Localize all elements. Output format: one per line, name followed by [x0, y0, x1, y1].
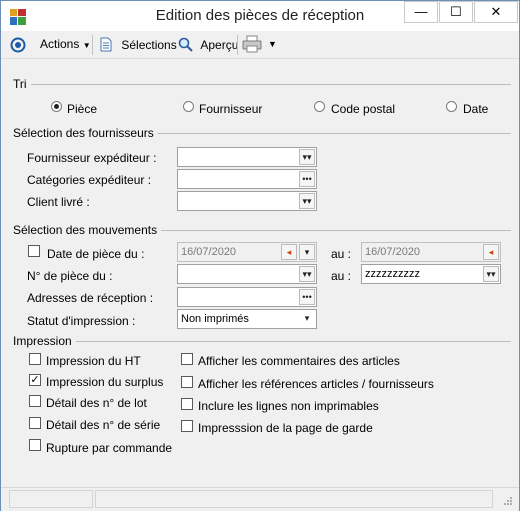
chevron-down-icon[interactable]: ▾: [299, 311, 315, 327]
print-dropdown-icon[interactable]: ▼: [268, 39, 277, 49]
inclure-lignes-checkbox[interactable]: [181, 398, 193, 410]
toolbar-separator: [237, 35, 238, 55]
chevron-double-down-icon[interactable]: ▾▾: [299, 193, 315, 209]
group-separator: [27, 84, 511, 85]
radio-fournisseur[interactable]: [183, 101, 194, 112]
impression-surplus-checkbox[interactable]: ✓: [29, 374, 41, 386]
detail-lot-label: Détail des n° de lot: [46, 396, 147, 410]
mouvements-group-label: Sélection des mouvements: [13, 223, 162, 237]
statut-impression-value: Non imprimés: [181, 313, 249, 325]
date-piece-to-value: 16/07/2020: [365, 246, 421, 258]
impression-surplus-label: Impression du surplus: [46, 375, 164, 389]
status-cell: [95, 490, 493, 508]
rupture-commande-checkbox[interactable]: [29, 439, 41, 451]
calendar-icon[interactable]: ◂: [483, 244, 499, 260]
toolbar: Actions ▼ Sélections Aperçu ▼: [1, 31, 519, 59]
chevron-double-down-icon[interactable]: ▾▾: [483, 266, 499, 282]
client-livre-label: Client livré :: [27, 195, 90, 209]
page-garde-label: Impresssion de la page de garde: [198, 421, 373, 435]
radio-date[interactable]: [446, 101, 457, 112]
categories-expediteur-field[interactable]: •••: [177, 169, 317, 189]
radio-date-label: Date: [463, 102, 489, 116]
maximize-button[interactable]: ☐: [439, 1, 473, 23]
adresses-reception-field[interactable]: •••: [177, 287, 317, 307]
document-icon: [100, 37, 112, 52]
selections-label: Sélections: [121, 38, 177, 52]
detail-lot-checkbox[interactable]: [29, 395, 41, 407]
date-piece-from-value: 16/07/2020: [181, 246, 237, 258]
apercu-button[interactable]: Aperçu: [178, 37, 238, 52]
client-livre-field[interactable]: ▾▾: [177, 191, 317, 211]
fournisseurs-group-label: Sélection des fournisseurs: [13, 126, 158, 140]
afficher-references-label: Afficher les références articles / fourn…: [198, 377, 434, 391]
radio-code-postal-label: Code postal: [331, 102, 396, 116]
impression-ht-label: Impression du HT: [46, 354, 141, 368]
statut-impression-label: Statut d'impression :: [27, 314, 136, 328]
apercu-label: Aperçu: [200, 38, 239, 52]
impression-group-label: Impression: [13, 334, 76, 348]
num-piece-to-value: zzzzzzzzzz: [365, 268, 420, 280]
group-separator: [141, 133, 511, 134]
fournisseur-expediteur-field[interactable]: ▾▾: [177, 147, 317, 167]
afficher-commentaires-label: Afficher les commentaires des articles: [198, 354, 400, 368]
selections-button[interactable]: Sélections: [99, 37, 177, 52]
categories-expediteur-label: Catégories expéditeur :: [27, 173, 152, 187]
group-separator: [144, 230, 511, 231]
num-piece-au-label: au :: [331, 269, 352, 283]
chevron-double-down-icon[interactable]: ▾▾: [299, 149, 315, 165]
num-piece-label: N° de pièce du :: [27, 269, 113, 283]
radio-fournisseur-label: Fournisseur: [199, 102, 263, 116]
fournisseur-expediteur-label: Fournisseur expéditeur :: [27, 151, 157, 165]
chevron-down-icon: ▼: [82, 41, 91, 50]
radio-piece[interactable]: [51, 101, 62, 112]
print-button[interactable]: [242, 35, 262, 56]
group-separator: [71, 341, 511, 342]
radio-code-postal[interactable]: [314, 101, 325, 112]
ellipsis-icon[interactable]: •••: [299, 289, 315, 305]
radio-piece-label: Pièce: [67, 102, 98, 116]
num-piece-from-field[interactable]: ▾▾: [177, 264, 317, 284]
minimize-button[interactable]: —: [404, 1, 438, 23]
status-cell: [9, 490, 93, 508]
chevron-double-down-icon[interactable]: ▾▾: [299, 266, 315, 282]
adresses-reception-label: Adresses de réception :: [27, 291, 154, 305]
statut-impression-select[interactable]: Non imprimés ▾: [177, 309, 317, 329]
tri-group-label: Tri: [13, 77, 31, 91]
dialog-window: Edition des pièces de réception — ☐ ✕ Ac…: [0, 0, 520, 511]
inclure-lignes-label: Inclure les lignes non imprimables: [198, 399, 379, 413]
title-bar: Edition des pièces de réception — ☐ ✕: [1, 1, 519, 31]
rupture-commande-label: Rupture par commande: [46, 441, 173, 455]
page-garde-checkbox[interactable]: [181, 420, 193, 432]
afficher-commentaires-checkbox[interactable]: [181, 353, 193, 365]
printer-icon: [242, 35, 262, 53]
actions-menu[interactable]: Actions ▼: [40, 37, 91, 51]
date-piece-from-field[interactable]: 16/07/2020 ◂ ▾: [177, 242, 317, 262]
ellipsis-icon[interactable]: •••: [299, 171, 315, 187]
toolbar-separator: [92, 35, 93, 55]
status-bar: [1, 487, 519, 511]
impression-ht-checkbox[interactable]: [29, 353, 41, 365]
date-piece-to-field[interactable]: 16/07/2020 ◂: [361, 242, 501, 262]
num-piece-to-field[interactable]: zzzzzzzzzz ▾▾: [361, 264, 501, 284]
date-piece-label: Date de pièce du :: [47, 247, 145, 261]
afficher-references-checkbox[interactable]: [181, 376, 193, 388]
target-icon[interactable]: [10, 37, 26, 53]
magnifier-icon: [178, 37, 193, 52]
resize-grip-icon[interactable]: [503, 496, 513, 506]
detail-serie-label: Détail des n° de série: [46, 418, 161, 432]
actions-label: Actions: [40, 37, 80, 51]
calendar-icon[interactable]: ◂: [281, 244, 297, 260]
detail-serie-checkbox[interactable]: [29, 417, 41, 429]
date-piece-au-label: au :: [331, 247, 352, 261]
close-button[interactable]: ✕: [474, 1, 518, 23]
chevron-down-icon[interactable]: ▾: [299, 244, 315, 260]
date-piece-checkbox[interactable]: [28, 245, 40, 257]
